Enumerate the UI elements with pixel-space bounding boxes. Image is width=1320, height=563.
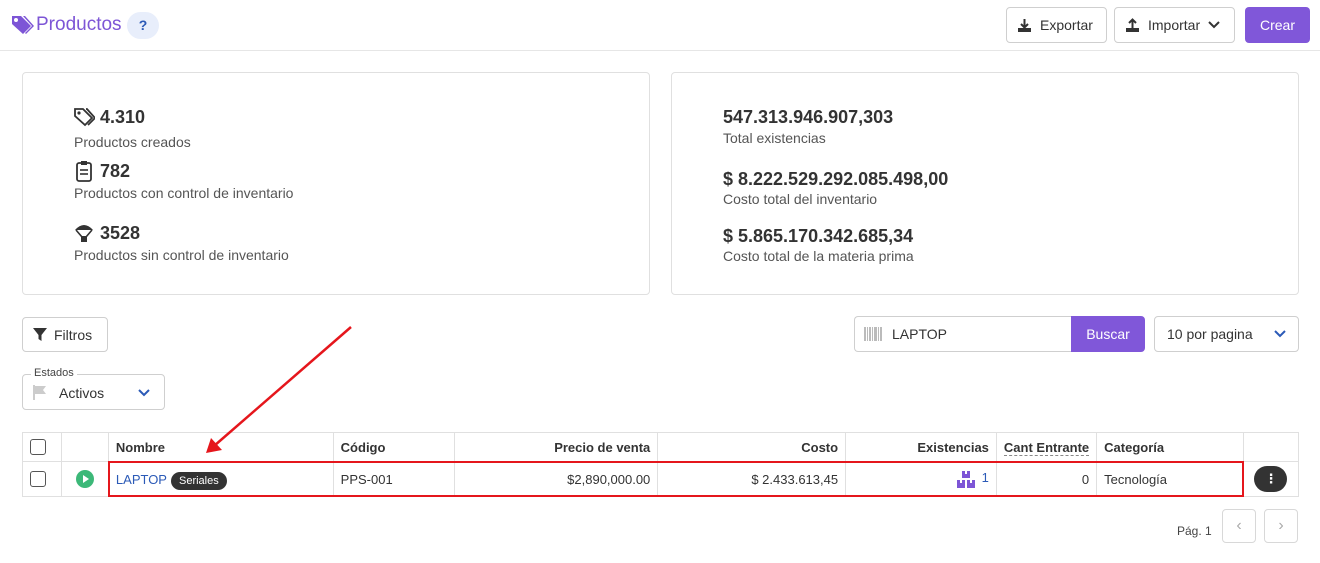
row-name-cell: LAPTOP Seriales	[107, 461, 334, 497]
chevron-down-icon	[1208, 21, 1220, 29]
stock-header[interactable]: Existencias	[845, 432, 997, 462]
export-label: Exportar	[1040, 17, 1093, 33]
tags-icon	[74, 108, 95, 127]
filters-button[interactable]: Filtros	[22, 317, 108, 352]
boxes-icon	[956, 470, 975, 488]
row-checkbox[interactable]	[30, 471, 46, 488]
import-button[interactable]: Importar	[1114, 7, 1235, 43]
barcode-icon	[864, 327, 882, 341]
incoming-header[interactable]: Cant Entrante	[995, 432, 1098, 462]
chevron-down-icon	[138, 389, 150, 397]
products-table: Nombre Código Precio de venta Costo Exis…	[22, 432, 1300, 497]
next-page-button[interactable]: ›	[1264, 509, 1298, 543]
code-header[interactable]: Código	[332, 432, 455, 462]
per-page-select[interactable]: 10 por pagina	[1154, 316, 1299, 352]
products-uncontrolled-label: Productos sin control de inventario	[74, 247, 289, 263]
search-button[interactable]: Buscar	[1071, 316, 1145, 352]
name-header[interactable]: Nombre	[107, 432, 334, 462]
select-all-checkbox[interactable]	[30, 439, 46, 456]
active-status-icon[interactable]	[75, 470, 94, 488]
row-cost: $ 2.433.613,45	[657, 461, 847, 497]
row-category: Tecnología	[1096, 461, 1244, 497]
parachute-box-icon	[75, 225, 93, 242]
products-controlled-label: Productos con control de inventario	[74, 185, 294, 201]
category-header[interactable]: Categoría	[1096, 432, 1244, 462]
page-title: Productos	[36, 14, 122, 35]
row-price: $2,890,000.00	[453, 461, 659, 497]
products-uncontrolled-value: 3528	[100, 223, 141, 243]
row-stock: 1	[981, 470, 989, 486]
per-page-value: 10 por pagina	[1167, 326, 1253, 342]
cost-header[interactable]: Costo	[657, 432, 847, 462]
row-code: PPS-001	[332, 461, 455, 497]
page-indicator: Pág. 1	[1177, 524, 1212, 538]
help-button[interactable]: ?	[127, 12, 159, 39]
total-stock-value: 547.313.946.907,303	[723, 107, 894, 127]
clipboard-list-icon	[76, 161, 92, 182]
status-legend: Estados	[31, 367, 77, 379]
more-options-button[interactable]: ⋮	[1254, 466, 1288, 492]
table-row[interactable]: LAPTOP Seriales PPS-001 $2,890,000.00 $ 2…	[22, 461, 1300, 497]
tags-icon	[12, 16, 34, 34]
create-button[interactable]: Crear	[1245, 7, 1310, 43]
total-stock-label: Total existencias	[723, 130, 826, 146]
row-actions-cell: ⋮	[1242, 461, 1300, 497]
raw-material-cost-value: $ 5.865.170.342.685,34	[723, 226, 914, 246]
chevron-down-icon	[1274, 330, 1286, 338]
status-select[interactable]: Estados Activos	[22, 367, 165, 410]
status-value: Activos	[59, 385, 105, 401]
serials-badge: Seriales	[170, 471, 227, 490]
upload-icon	[1126, 17, 1139, 32]
search-value: LAPTOP	[892, 326, 947, 342]
select-all-cell	[22, 432, 62, 462]
products-created-value: 4.310	[100, 107, 146, 127]
status-header	[60, 432, 109, 462]
flag-icon	[33, 385, 46, 400]
prev-page-button[interactable]: ‹	[1222, 509, 1256, 543]
inventory-cost-label: Costo total del inventario	[723, 191, 878, 207]
export-button[interactable]: Exportar	[1006, 7, 1107, 43]
inventory-cost-value: $ 8.222.529.292.085.498,00	[723, 169, 949, 189]
products-controlled-value: 782	[100, 161, 131, 181]
product-name-link[interactable]: LAPTOP	[116, 472, 167, 487]
row-select-cell	[22, 461, 62, 497]
download-icon	[1018, 18, 1031, 32]
table-header-row: Nombre Código Precio de venta Costo Exis…	[22, 432, 1300, 462]
search-input[interactable]: LAPTOP	[854, 316, 1071, 352]
raw-material-cost-label: Costo total de la materia prima	[723, 248, 914, 264]
products-summary-card: 4.310 Productos creados 782 Productos co…	[22, 72, 650, 295]
filter-icon	[33, 327, 47, 341]
actions-header	[1242, 432, 1300, 462]
price-header[interactable]: Precio de venta	[453, 432, 659, 462]
row-stock-cell[interactable]: 1	[845, 461, 997, 497]
incoming-header-label: Cant Entrante	[1003, 439, 1090, 456]
import-label: Importar	[1148, 17, 1201, 33]
top-bar: Productos ? Exportar Importar Crear	[0, 0, 1320, 51]
filters-label: Filtros	[54, 326, 93, 343]
row-status-cell	[60, 461, 109, 497]
row-incoming: 0	[995, 461, 1098, 497]
inventory-summary-card: 547.313.946.907,303 Total existencias $ …	[671, 72, 1299, 295]
products-created-label: Productos creados	[74, 134, 191, 150]
